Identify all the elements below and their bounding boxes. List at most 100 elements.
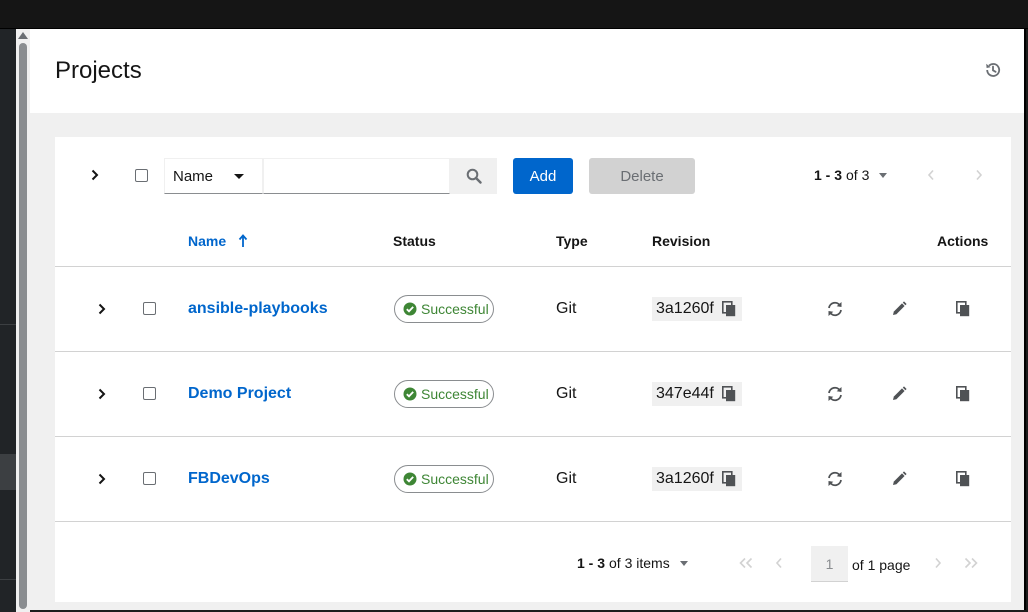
search-button[interactable]: [450, 158, 497, 194]
table-row: ansible-playbooks Successful Git 3a1260f: [55, 267, 1011, 352]
chevron-right-icon: [98, 388, 106, 400]
history-icon: [986, 63, 1001, 77]
sync-icon: [828, 301, 842, 317]
column-header-revision: Revision: [652, 233, 711, 249]
revision-hash: 347e44f: [656, 385, 714, 402]
pencil-icon: [893, 301, 907, 315]
scroll-up-arrow[interactable]: [18, 32, 28, 39]
sync-project-button[interactable]: [824, 383, 846, 405]
edit-project-button[interactable]: [888, 298, 910, 320]
pencil-icon: [893, 386, 907, 400]
edit-project-button[interactable]: [888, 383, 910, 405]
status-label: Successful: [421, 386, 489, 402]
top-previous-page-button[interactable]: [925, 167, 937, 183]
expand-all-toggle[interactable]: [89, 167, 101, 183]
project-name-link[interactable]: ansible-playbooks: [188, 300, 328, 318]
status-label: Successful: [421, 471, 489, 487]
column-header-status: Status: [393, 233, 436, 249]
row-expand-toggle[interactable]: [96, 471, 108, 487]
sync-project-button[interactable]: [824, 468, 846, 490]
revision-hash: 3a1260f: [656, 470, 714, 487]
top-bar: [0, 0, 1028, 29]
column-header-actions: Actions: [937, 233, 989, 249]
current-page-input[interactable]: 1: [811, 546, 848, 582]
row-expand-toggle[interactable]: [96, 301, 108, 317]
sync-project-button[interactable]: [824, 298, 846, 320]
edit-project-button[interactable]: [888, 468, 910, 490]
next-page-button[interactable]: [928, 555, 948, 571]
chevron-left-icon: [927, 169, 934, 181]
revision-hash: 3a1260f: [656, 300, 714, 317]
bottom-of-items: of 3 items: [609, 555, 670, 571]
check-circle-icon: [403, 472, 417, 486]
pencil-icon: [893, 471, 907, 485]
filter-field-select[interactable]: Name: [164, 158, 263, 194]
project-name-link[interactable]: FBDevOps: [188, 470, 270, 488]
row-checkbox[interactable]: [143, 472, 156, 485]
column-header-name[interactable]: Name: [188, 233, 248, 249]
table-row: FBDevOps Successful Git 3a1260f: [55, 437, 1011, 522]
per-page-toggle[interactable]: 1 - 3 of 3 items: [577, 555, 688, 571]
status-badge[interactable]: Successful: [394, 380, 494, 408]
bottom-pagination: 1 - 3 of 3 items 1 of 1 page: [55, 532, 1011, 602]
copy-project-button[interactable]: [952, 298, 974, 320]
chevron-right-icon: [91, 169, 99, 181]
search-input[interactable]: [263, 158, 450, 194]
delete-button[interactable]: Delete: [589, 158, 695, 194]
previous-page-button[interactable]: [769, 555, 789, 571]
copy-icon: [956, 386, 970, 402]
scroll-thumb[interactable]: [19, 43, 27, 609]
copy-icon[interactable]: [721, 471, 736, 487]
copy-icon: [956, 471, 970, 487]
top-next-page-button[interactable]: [973, 167, 985, 183]
chevron-left-icon: [775, 557, 782, 569]
add-button[interactable]: Add: [513, 158, 573, 194]
vertical-scrollbar[interactable]: [16, 29, 30, 612]
pager-range: 1 - 3: [814, 167, 843, 183]
chevron-right-icon: [976, 169, 983, 181]
nav-divider: [0, 324, 16, 325]
project-type: Git: [556, 300, 577, 317]
row-expand-toggle[interactable]: [96, 386, 108, 402]
row-checkbox[interactable]: [143, 302, 156, 315]
check-circle-icon: [403, 302, 417, 316]
copy-icon[interactable]: [721, 301, 736, 317]
activity-stream-button[interactable]: [982, 59, 1004, 81]
project-type: Git: [556, 385, 577, 402]
left-nav-strip: [0, 29, 16, 612]
caret-down-icon: [879, 172, 888, 178]
page-header: Projects: [30, 29, 1024, 113]
projects-card: Name Add Delete 1 - 3 of 3 Name Status T…: [55, 137, 1011, 602]
main-content: Projects Name Add Delete 1 - 3 of 3 Name…: [30, 29, 1026, 610]
first-page-button[interactable]: [736, 555, 756, 571]
revision-chip: 347e44f: [652, 382, 742, 406]
top-pagination-toggle[interactable]: 1 - 3 of 3: [814, 167, 888, 183]
last-page-button[interactable]: [961, 555, 981, 571]
row-checkbox[interactable]: [143, 387, 156, 400]
project-name-link[interactable]: Demo Project: [188, 385, 291, 403]
toolbar: Name Add Delete 1 - 3 of 3: [55, 137, 1011, 213]
bottom-range: 1 - 3: [577, 555, 606, 571]
select-all-checkbox[interactable]: [135, 169, 148, 182]
nav-active-item[interactable]: [0, 454, 16, 490]
project-type: Git: [556, 470, 577, 487]
double-chevron-left-icon: [739, 557, 753, 569]
caret-down-icon: [234, 174, 244, 179]
table-row: Demo Project Successful Git 347e44f: [55, 352, 1011, 437]
filter-field-label: Name: [173, 167, 214, 185]
sync-icon: [828, 386, 842, 402]
copy-icon[interactable]: [721, 386, 736, 402]
search-icon: [466, 168, 482, 184]
page-count: of 1 page: [852, 557, 911, 573]
chevron-right-icon: [98, 303, 106, 315]
column-header-name-label: Name: [188, 233, 227, 249]
pager-of: of 3: [846, 167, 870, 183]
copy-project-button[interactable]: [952, 383, 974, 405]
copy-project-button[interactable]: [952, 468, 974, 490]
column-header-type: Type: [556, 233, 588, 249]
double-chevron-right-icon: [964, 557, 978, 569]
page-title: Projects: [55, 57, 142, 84]
status-badge[interactable]: Successful: [394, 465, 494, 493]
status-badge[interactable]: Successful: [394, 295, 494, 323]
chevron-right-icon: [98, 473, 106, 485]
